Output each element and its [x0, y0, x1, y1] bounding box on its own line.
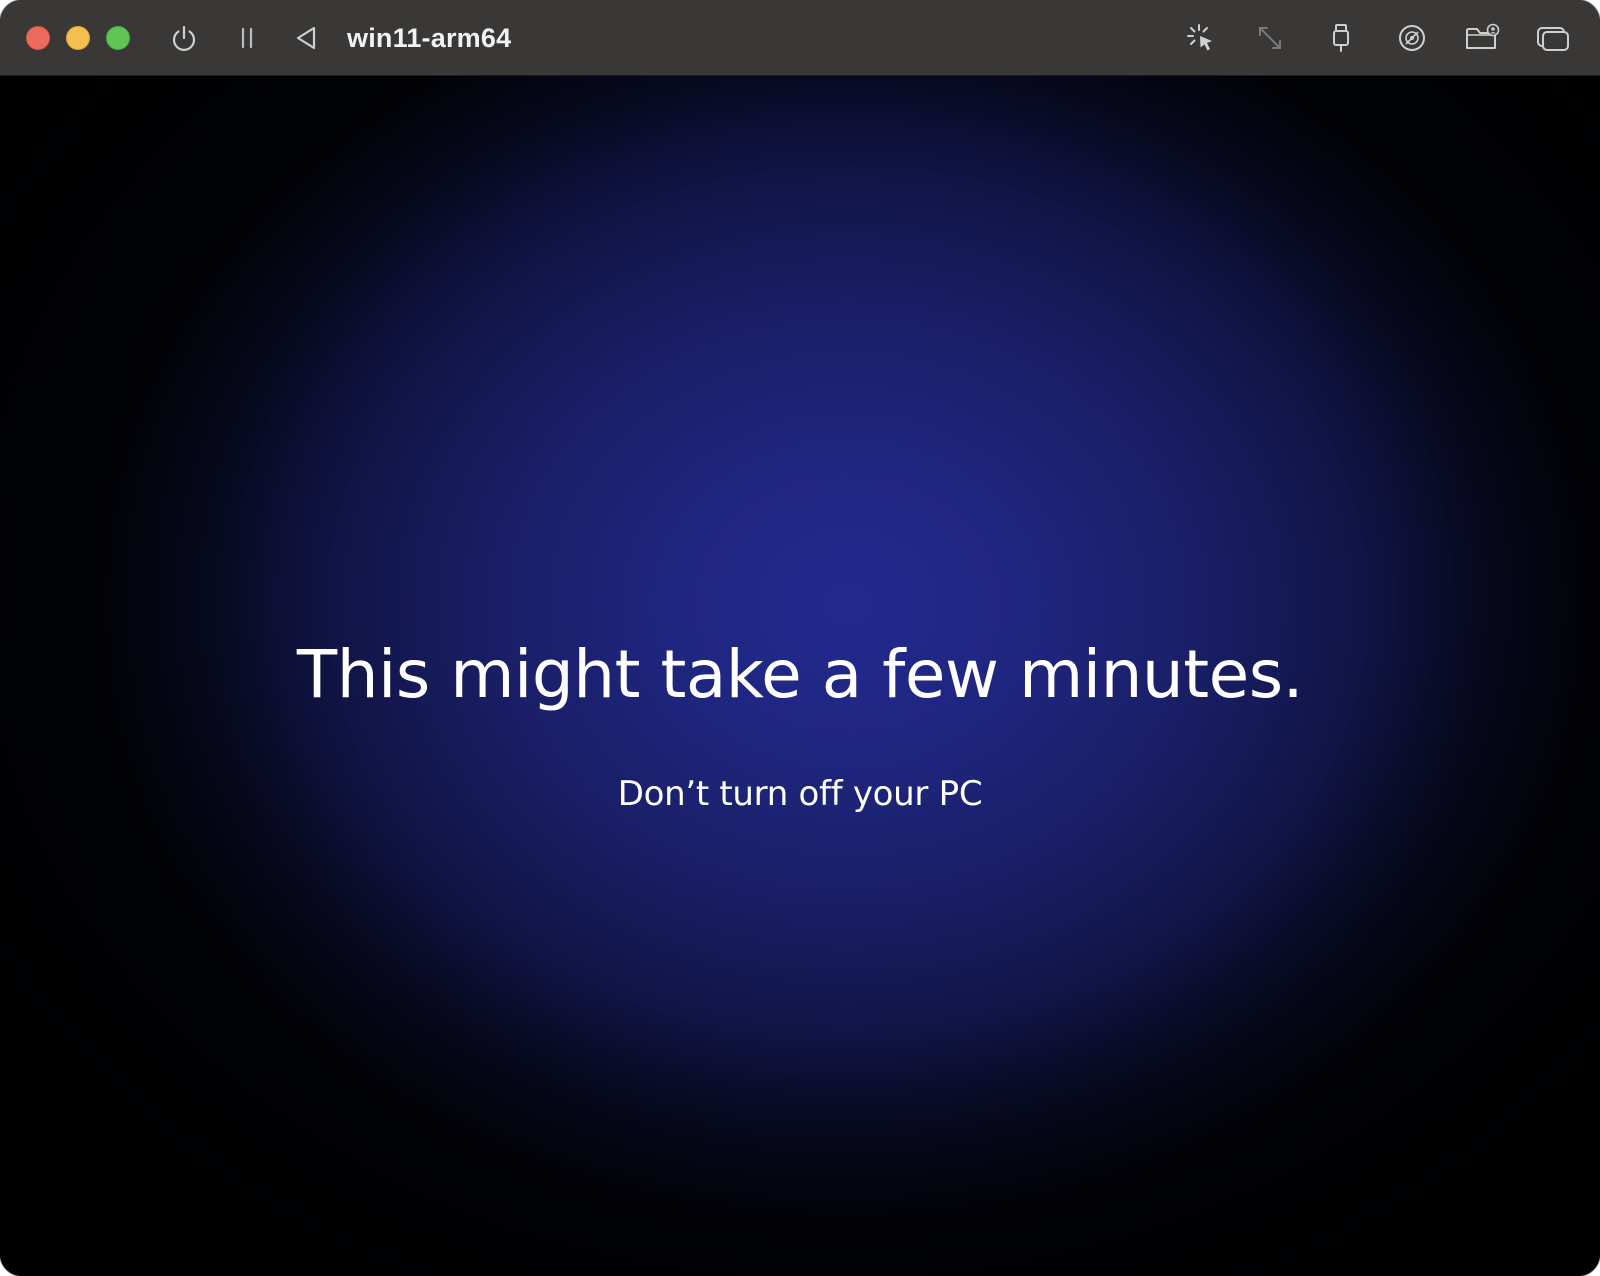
back-triangle-icon: [292, 23, 320, 53]
shared-folder-button[interactable]: [1462, 18, 1502, 58]
titlebar[interactable]: win11-arm64: [0, 0, 1600, 76]
pause-icon: [235, 23, 259, 53]
capture-cursor-icon: [1185, 22, 1217, 54]
vm-window: win11-arm64 This might take a few minute…: [0, 0, 1600, 1276]
vm-display[interactable]: This might take a few minutes. Don’t tur…: [0, 76, 1600, 1276]
capture-cursor-button[interactable]: [1181, 18, 1221, 58]
setup-headline: This might take a few minutes.: [296, 636, 1304, 713]
close-button[interactable]: [26, 26, 50, 50]
window-title: win11-arm64: [347, 23, 512, 53]
power-icon: [169, 23, 199, 53]
zoom-button[interactable]: [106, 26, 130, 50]
back-button[interactable]: [286, 18, 326, 58]
disc-button[interactable]: [1392, 18, 1432, 58]
windows-icon: [1535, 22, 1571, 54]
setup-subtext: Don’t turn off your PC: [617, 774, 983, 814]
disc-icon: [1396, 22, 1428, 54]
shared-folder-icon: [1464, 22, 1500, 54]
pause-button[interactable]: [227, 18, 267, 58]
resize-button[interactable]: [1250, 18, 1290, 58]
minimize-button[interactable]: [66, 26, 90, 50]
power-button[interactable]: [164, 18, 204, 58]
usb-icon: [1329, 22, 1353, 54]
resize-arrows-icon: [1254, 22, 1286, 54]
windows-button[interactable]: [1533, 18, 1573, 58]
usb-button[interactable]: [1321, 18, 1361, 58]
